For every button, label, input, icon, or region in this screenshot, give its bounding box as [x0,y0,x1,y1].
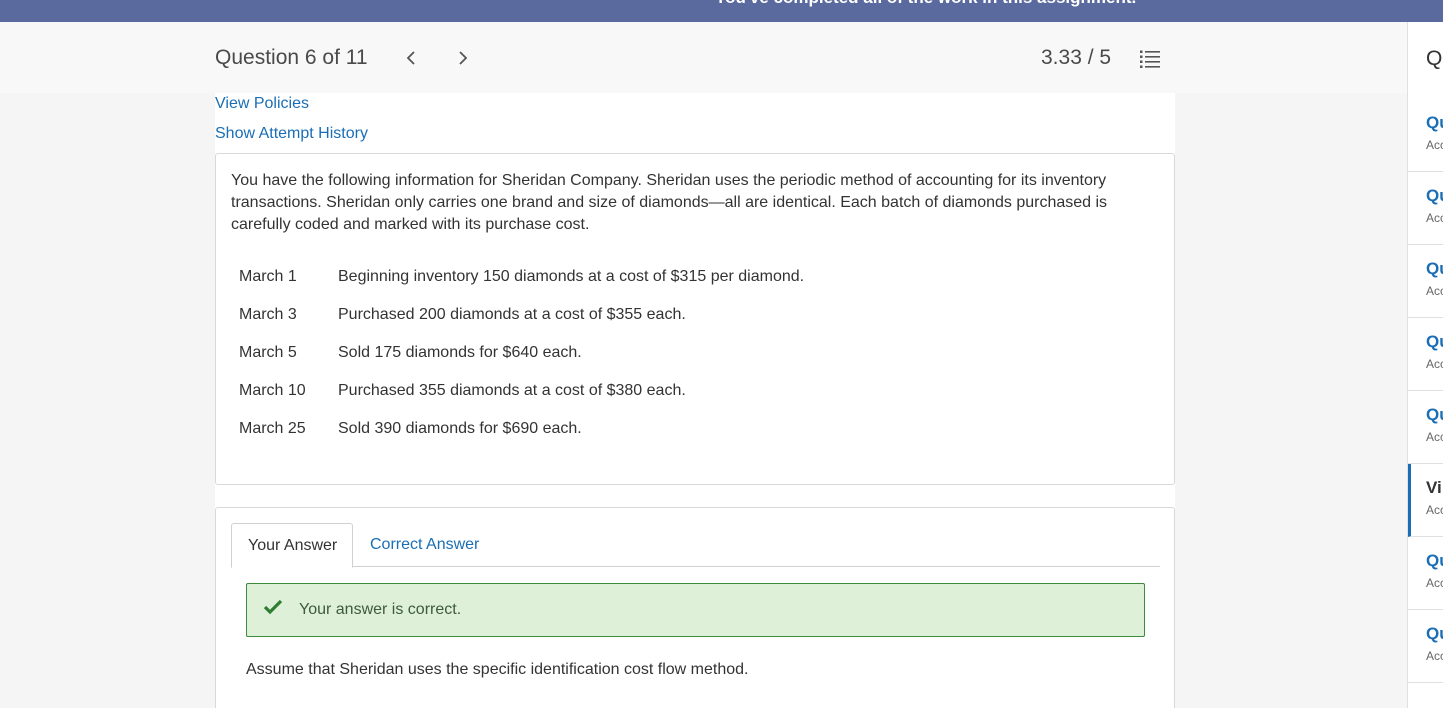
show-attempt-history-link[interactable]: Show Attempt History [215,125,368,143]
banner-text: You've completed all of the work in this… [715,0,1136,8]
checkmark-icon [263,599,283,620]
list-item-title: Qu [1426,332,1443,351]
next-question-button[interactable] [452,46,474,70]
score-display: 3.33 / 5 [1041,46,1112,69]
question-box: You have the following information for S… [215,153,1175,485]
transaction-date: March 5 [239,344,297,361]
list-item[interactable]: Qu Acc [1408,318,1443,391]
transaction-description: Purchased 355 diamonds at a cost of $380… [338,382,686,399]
chevron-right-icon [459,51,468,65]
list-item-title: Qu [1426,113,1443,132]
question-counter: Question 6 of 11 [215,46,368,69]
list-item[interactable]: Qu Acc [1408,610,1443,683]
list-item-title: Qu [1426,405,1443,424]
view-policies-link[interactable]: View Policies [215,95,309,113]
tab-correct-answer[interactable]: Correct Answer [354,523,495,567]
question-list-button[interactable] [1139,48,1161,70]
list-item[interactable]: Qu Acc [1408,391,1443,464]
list-item[interactable]: Qu Acc [1408,99,1443,172]
question-header: Question 6 of 11 3.33 / 5 [0,22,1407,93]
list-item-current[interactable]: Vi Acc [1408,464,1443,537]
numbered-list-icon [1140,50,1160,68]
feedback-text: Your answer is correct. [299,601,462,618]
list-item-title: Vi [1426,478,1442,497]
transaction-date: March 25 [239,420,306,437]
assumption-text: Assume that Sheridan uses the specific i… [246,661,749,678]
list-item-subtitle: Acc [1426,284,1443,298]
question-list-panel: Qu Qu Acc Qu Acc Qu Acc Qu Acc Qu Acc Vi… [1407,22,1443,708]
list-item-subtitle: Acc [1426,138,1443,152]
transaction-date: March 10 [239,382,306,399]
list-item-title: Qu [1426,186,1443,205]
transaction-date: March 1 [239,268,297,285]
previous-question-button[interactable] [400,46,422,70]
list-item-subtitle: Acc [1426,649,1443,663]
list-item-subtitle: Acc [1426,503,1443,517]
list-item[interactable]: Qu Acc [1408,245,1443,318]
correct-feedback-banner: Your answer is correct. [246,583,1145,637]
list-item-title: Qu [1426,551,1443,570]
question-intro: You have the following information for S… [231,172,1108,233]
transaction-description: Sold 390 diamonds for $690 each. [338,420,582,437]
list-item-title: Qu [1426,624,1443,643]
panel-header: Qu [1426,47,1443,70]
list-item[interactable]: Qu Acc [1408,172,1443,245]
list-item-subtitle: Acc [1426,430,1443,444]
tab-your-answer[interactable]: Your Answer [231,523,353,568]
list-item-title: Qu [1426,259,1443,278]
completion-banner: You've completed all of the work in this… [0,0,1443,22]
list-item-subtitle: Acc [1426,357,1443,371]
list-item-subtitle: Acc [1426,576,1443,590]
transaction-description: Purchased 200 diamonds at a cost of $355… [338,306,686,323]
transaction-description: Sold 175 diamonds for $640 each. [338,344,582,361]
list-item-subtitle: Acc [1426,211,1443,225]
transaction-date: March 3 [239,306,297,323]
answer-tabs: Your Answer Correct Answer [231,523,1160,568]
answer-box: Your Answer Correct Answer Your answer i… [215,507,1175,708]
list-item[interactable]: Qu Acc [1408,537,1443,610]
chevron-left-icon [406,51,415,65]
transaction-description: Beginning inventory 150 diamonds at a co… [338,268,805,285]
